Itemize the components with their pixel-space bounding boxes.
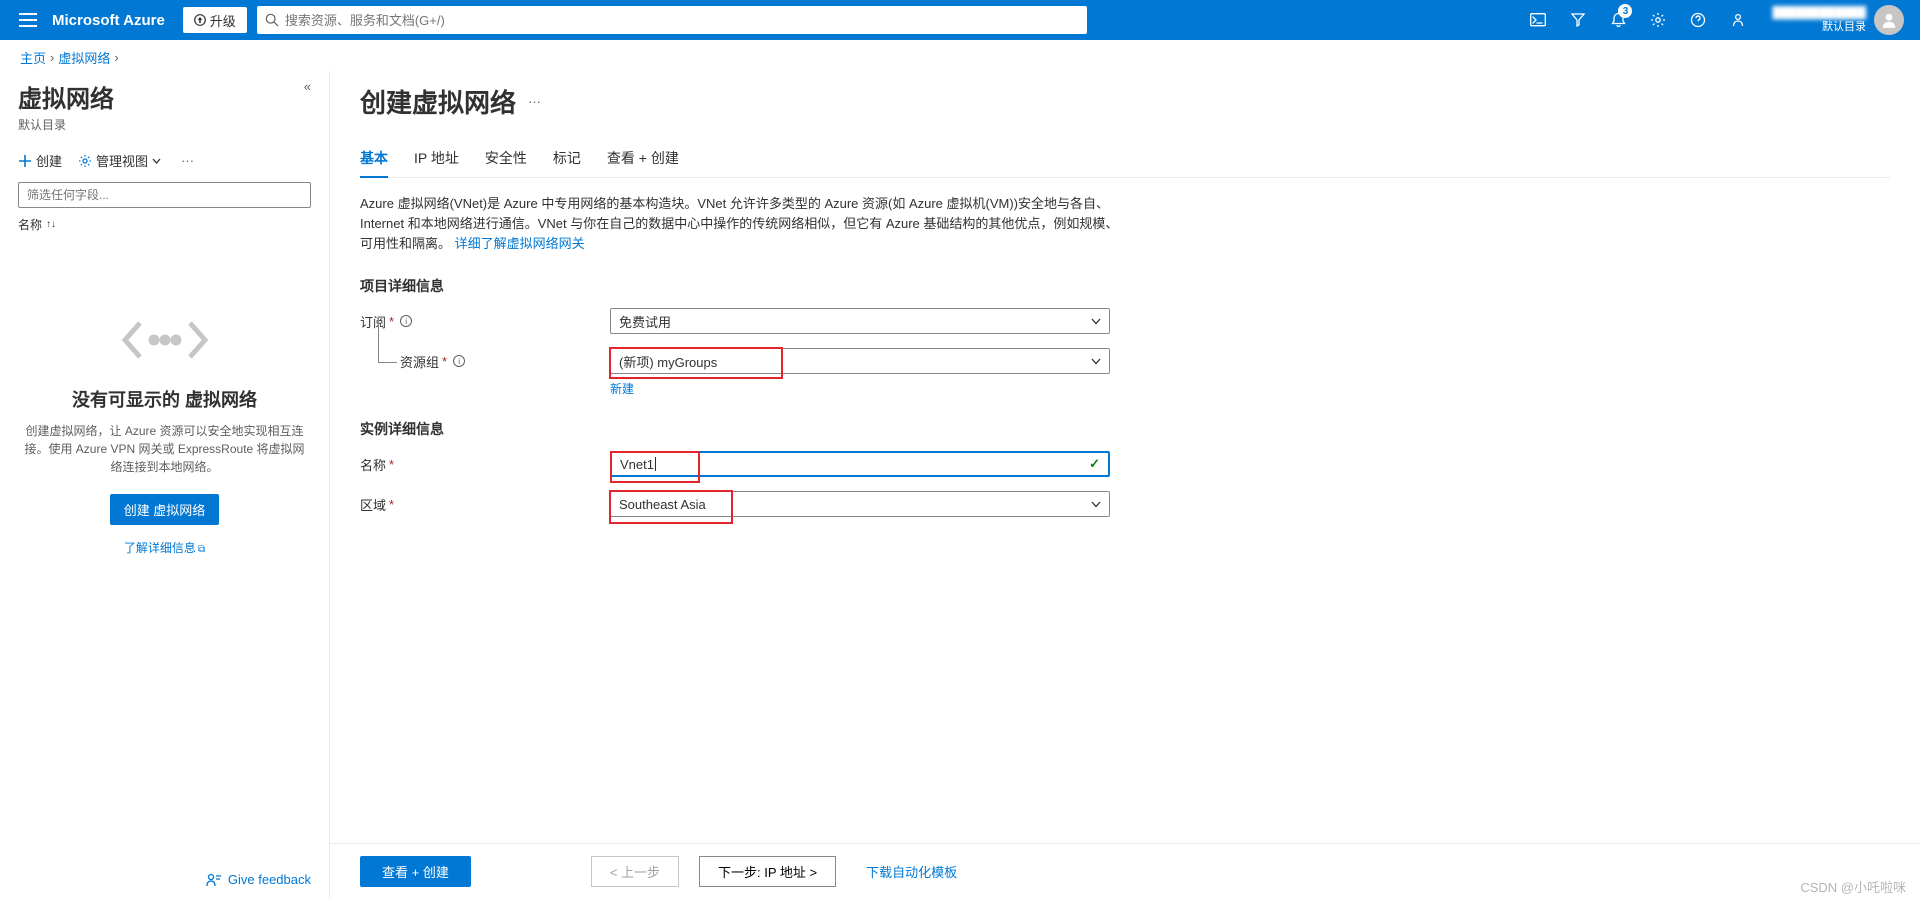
- label-resource-group: 资源组*i: [360, 352, 610, 371]
- notification-badge: 3: [1618, 4, 1632, 18]
- cloud-shell-icon[interactable]: [1518, 0, 1558, 40]
- learn-vnet-gateway-link[interactable]: 详细了解虚拟网络网关: [455, 236, 585, 251]
- label-subscription: 订阅*i: [360, 312, 610, 331]
- search-box[interactable]: [257, 6, 1087, 34]
- filter-input[interactable]: [18, 182, 311, 208]
- resource-group-dropdown[interactable]: (新项) myGroups: [610, 348, 1110, 374]
- vnet-empty-icon: [120, 313, 210, 370]
- label-name: 名称*: [360, 455, 610, 474]
- user-account[interactable]: ████████████ 默认目录: [1758, 5, 1910, 35]
- check-icon: ✓: [1089, 456, 1100, 472]
- upgrade-button[interactable]: 升级: [183, 7, 247, 33]
- chevron-down-icon: [1091, 318, 1101, 325]
- create-button[interactable]: 创建: [18, 151, 62, 170]
- notifications-icon[interactable]: 3: [1598, 0, 1638, 40]
- breadcrumb: 主页 › 虚拟网络 ›: [0, 40, 1920, 71]
- chevron-down-icon: [152, 158, 161, 164]
- collapse-icon[interactable]: «: [304, 79, 311, 94]
- subscription-dropdown[interactable]: 免费试用: [610, 308, 1110, 334]
- plus-icon: [18, 154, 32, 168]
- name-input[interactable]: Vnet1 ✓: [610, 451, 1110, 477]
- gear-icon: [78, 154, 92, 168]
- label-region: 区域*: [360, 495, 610, 514]
- breadcrumb-vnet[interactable]: 虚拟网络: [58, 48, 110, 67]
- footer-bar: 查看 + 创建 < 上一步 下一步: IP 地址 > 下载自动化模板: [330, 843, 1920, 899]
- create-vnet-button[interactable]: 创建 虚拟网络: [110, 494, 220, 525]
- search-input[interactable]: [279, 13, 1079, 28]
- text-cursor: [655, 457, 656, 471]
- sort-header[interactable]: 名称↑↓: [18, 216, 311, 233]
- help-icon[interactable]: [1678, 0, 1718, 40]
- settings-icon[interactable]: [1638, 0, 1678, 40]
- chevron-down-icon: [1091, 501, 1101, 508]
- top-bar: Microsoft Azure 升级 3 ████████████ 默认目录: [0, 0, 1920, 40]
- sidebar-toolbar: 创建 管理视图 ···: [18, 151, 311, 170]
- directory-filter-icon[interactable]: [1558, 0, 1598, 40]
- prev-button: < 上一步: [591, 856, 679, 887]
- more-icon[interactable]: ···: [528, 90, 541, 114]
- learn-more-link[interactable]: 了解详细信息⧉: [124, 539, 205, 556]
- sort-asc-icon: ↑↓: [46, 219, 56, 230]
- top-right: 3 ████████████ 默认目录: [1518, 0, 1910, 40]
- sidebar-title: 虚拟网络: [18, 79, 114, 114]
- brand-label[interactable]: Microsoft Azure: [52, 12, 165, 29]
- up-arrow-icon: [194, 14, 206, 26]
- tab-security[interactable]: 安全性: [485, 148, 527, 177]
- review-create-button[interactable]: 查看 + 创建: [360, 856, 471, 887]
- chevron-down-icon: [1091, 358, 1101, 365]
- empty-state: 没有可显示的 虚拟网络 创建虚拟网络，让 Azure 资源可以安全地实现相互连接…: [18, 233, 311, 858]
- breadcrumb-home[interactable]: 主页: [20, 48, 46, 67]
- avatar-icon: [1874, 5, 1904, 35]
- next-button[interactable]: 下一步: IP 地址 >: [699, 856, 836, 887]
- sidebar: 虚拟网络 默认目录 « 创建 管理视图 ··· 名称↑↓ 没有: [0, 71, 330, 899]
- region-dropdown[interactable]: Southeast Asia: [610, 491, 1110, 517]
- empty-description: 创建虚拟网络，让 Azure 资源可以安全地实现相互连接。使用 Azure VP…: [22, 422, 307, 476]
- section-project-details: 项目详细信息: [360, 276, 1890, 296]
- more-menu[interactable]: ···: [181, 153, 194, 168]
- tab-review[interactable]: 查看 + 创建: [607, 148, 679, 177]
- info-icon[interactable]: i: [400, 315, 412, 327]
- empty-title: 没有可显示的 虚拟网络: [72, 386, 257, 412]
- chevron-right-icon: ›: [50, 50, 54, 65]
- menu-icon[interactable]: [10, 0, 46, 40]
- tab-ip[interactable]: IP 地址: [414, 148, 459, 177]
- sidebar-subtitle: 默认目录: [18, 116, 114, 133]
- download-template-link[interactable]: 下载自动化模板: [866, 862, 957, 881]
- manage-view-button[interactable]: 管理视图: [78, 151, 165, 170]
- page-title: 创建虚拟网络: [360, 83, 516, 120]
- new-resource-group-link[interactable]: 新建: [610, 382, 634, 396]
- search-icon: [265, 13, 279, 27]
- section-instance-details: 实例详细信息: [360, 419, 1890, 439]
- tab-tags[interactable]: 标记: [553, 148, 581, 177]
- external-link-icon: ⧉: [198, 544, 205, 555]
- feedback-link[interactable]: Give feedback: [206, 872, 311, 887]
- chevron-right-icon: ›: [114, 50, 118, 65]
- feedback-icon[interactable]: [1718, 0, 1758, 40]
- feedback-person-icon: [206, 873, 222, 887]
- tabs: 基本 IP 地址 安全性 标记 查看 + 创建: [360, 148, 1890, 178]
- tab-basic[interactable]: 基本: [360, 148, 388, 178]
- description-text: Azure 虚拟网络(VNet)是 Azure 中专用网络的基本构造块。VNet…: [360, 194, 1120, 254]
- info-icon[interactable]: i: [453, 355, 465, 367]
- main-content: 创建虚拟网络 ··· 基本 IP 地址 安全性 标记 查看 + 创建 Azure…: [330, 71, 1920, 899]
